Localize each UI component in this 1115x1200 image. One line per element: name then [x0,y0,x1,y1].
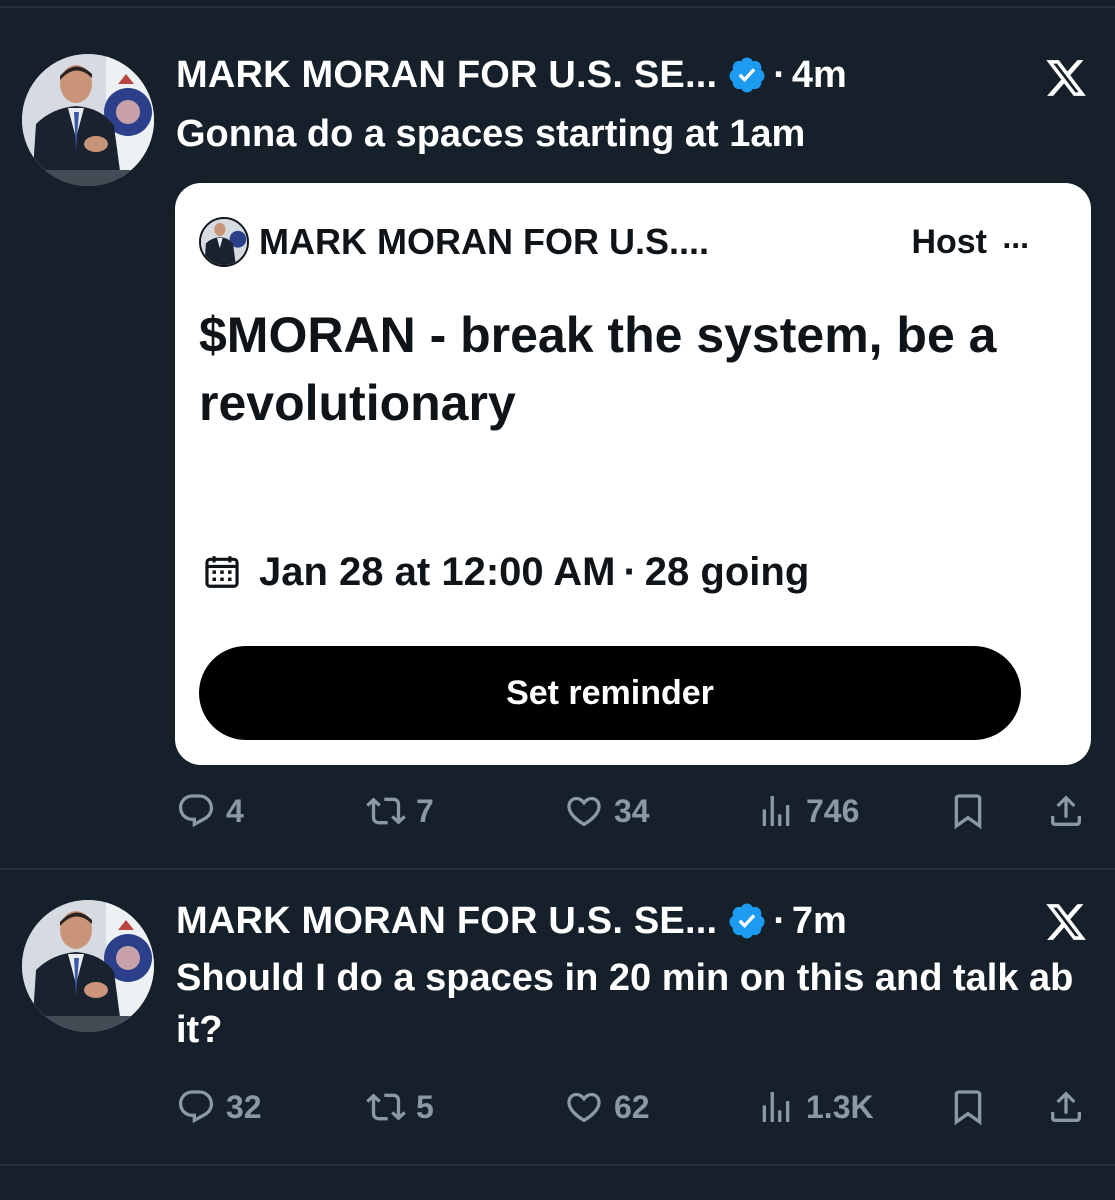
like-icon [564,1087,604,1127]
views-button[interactable]: 1.3K [756,1082,874,1132]
repost-count: 7 [416,792,434,829]
like-count: 62 [614,1088,650,1125]
space-date-separator: · [623,549,637,594]
share-icon [1046,791,1086,831]
tweet-divider [0,1164,1115,1166]
tweet[interactable]: MARK MORAN FOR U.S. SE... · 7m Should I … [0,870,1115,1164]
bookmark-button[interactable] [948,1082,988,1132]
share-button[interactable] [1046,1082,1086,1132]
like-count: 34 [614,792,650,829]
reply-button[interactable]: 32 [176,1082,262,1132]
like-icon [564,791,604,831]
tweet-text: Should I do a spaces in 20 min on this a… [176,957,1074,1051]
tweet-timestamp[interactable]: 4m [792,54,847,97]
share-button[interactable] [1046,786,1086,836]
reply-count: 32 [226,1088,262,1125]
bookmark-icon [948,1087,988,1127]
avatar-photo [22,54,154,186]
space-host-label: Host [911,222,987,261]
author-name[interactable]: MARK MORAN FOR U.S. SE... [176,54,717,97]
like-button[interactable]: 62 [564,1082,650,1132]
views-icon [756,791,796,831]
set-reminder-button[interactable]: Set reminder [199,646,1021,740]
verified-badge-icon [727,901,767,941]
tweet-text: Gonna do a spaces starting at 1am [176,113,806,155]
reply-button[interactable]: 4 [176,786,244,836]
host-avatar [199,217,249,267]
bookmark-button[interactable] [948,786,988,836]
share-icon [1046,1087,1086,1127]
views-count: 746 [806,792,860,829]
x-logo-icon[interactable] [1040,52,1092,104]
header-separator: · [773,53,786,96]
tweet[interactable]: MARK MORAN FOR U.S. SE... · 4m Gonna do … [0,8,1115,868]
views-count: 1.3K [806,1088,874,1125]
tweet-header: MARK MORAN FOR U.S. SE... · 7m [176,896,847,946]
space-host-name: MARK MORAN FOR U.S.... [259,221,709,262]
author-avatar[interactable] [22,900,154,1032]
reply-count: 4 [226,792,244,829]
author-avatar[interactable] [22,54,154,186]
repost-count: 5 [416,1088,434,1125]
x-logo-icon[interactable] [1040,896,1092,948]
space-card[interactable]: MARK MORAN FOR U.S.... Host ... $MORAN -… [175,183,1091,765]
verified-badge-icon [727,55,767,95]
space-date: Jan 28 at 12:00 AM [259,549,616,594]
tweet-actions: 32 5 62 1.3K [176,1082,1096,1132]
repost-icon [366,791,406,831]
repost-button[interactable]: 7 [366,786,434,836]
space-more-ellipsis: ... [1002,219,1029,255]
avatar-photo [22,900,154,1032]
bookmark-icon [948,791,988,831]
space-host-row: MARK MORAN FOR U.S.... Host ... [199,217,1069,267]
header-separator: · [773,899,786,942]
space-going-count: 28 going [644,549,810,594]
space-schedule: Jan 28 at 12:00 AM · 28 going [203,547,809,597]
repost-icon [366,1087,406,1127]
reply-icon [176,791,216,831]
space-title: $MORAN - break the system, be a revoluti… [199,307,997,431]
tweet-header: MARK MORAN FOR U.S. SE... · 4m [176,50,847,100]
calendar-icon [203,553,241,591]
author-name[interactable]: MARK MORAN FOR U.S. SE... [176,900,717,943]
views-button[interactable]: 746 [756,786,859,836]
repost-button[interactable]: 5 [366,1082,434,1132]
views-icon [756,1087,796,1127]
tweet-actions: 4 7 34 746 [176,786,1096,836]
tweet-timestamp[interactable]: 7m [792,900,847,943]
like-button[interactable]: 34 [564,786,650,836]
reply-icon [176,1087,216,1127]
